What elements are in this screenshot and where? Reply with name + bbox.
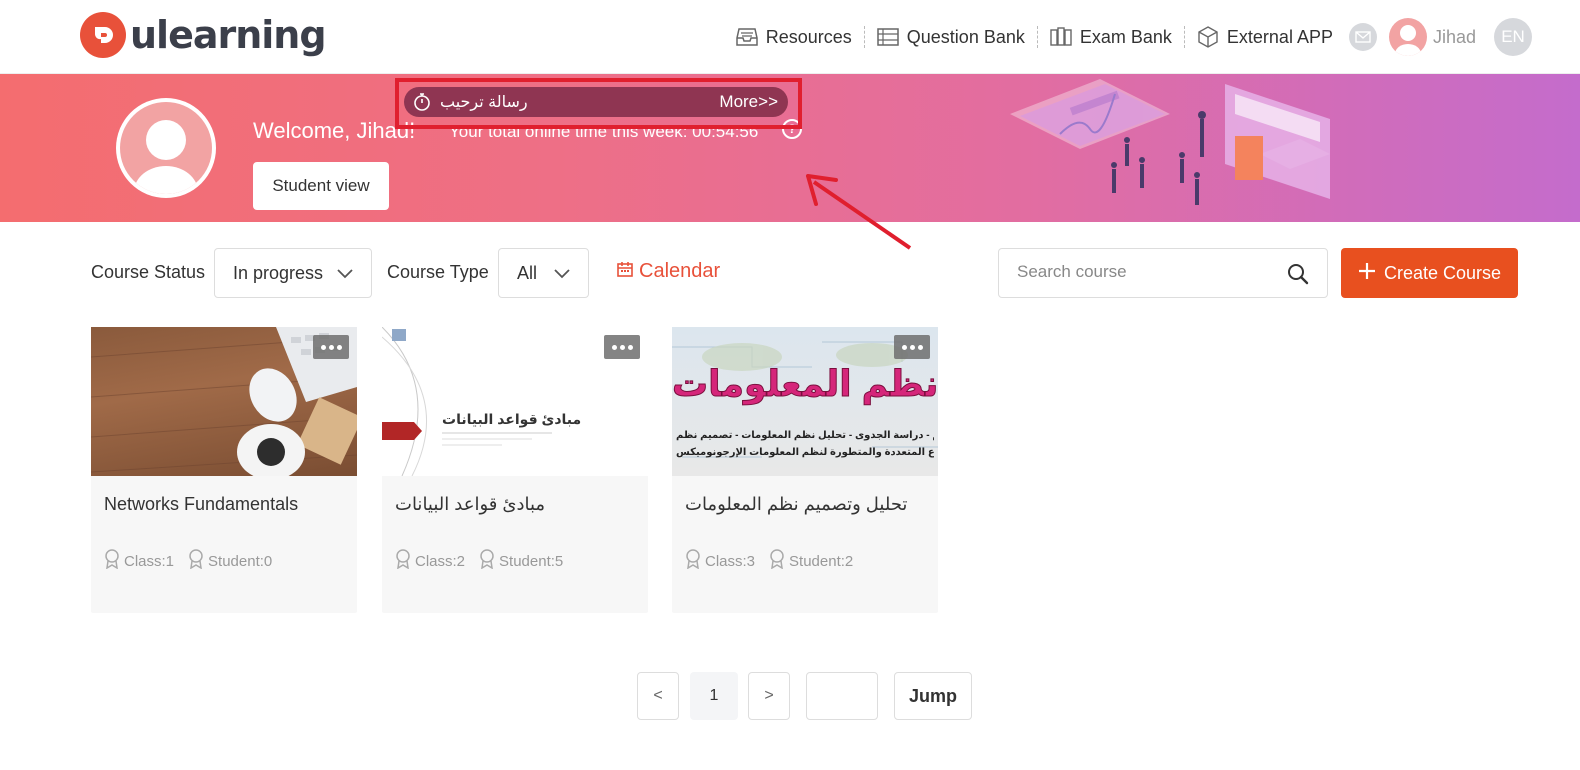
nav-resources-label: Resources	[765, 26, 852, 47]
create-course-button[interactable]: Create Course	[1341, 248, 1518, 298]
top-navigation-bar: ulearning Resources Question Bank Exam B…	[0, 0, 1580, 74]
stopwatch-icon	[412, 92, 432, 117]
course-status-value: In progress	[233, 262, 324, 283]
chevron-down-icon	[337, 263, 353, 284]
annotation-arrow	[806, 174, 912, 250]
class-count: Class:2	[395, 549, 465, 573]
avatar	[1388, 18, 1427, 56]
badge-icon	[769, 549, 785, 573]
cover-subtitle-line-1: نظرية النظم - دراسة الجدوى - تحليل نظم ا…	[676, 430, 934, 441]
badge-icon	[395, 549, 411, 573]
cover-subtitle-line-2: المعلومات - الأنواع المتعددة والمتطورة ل…	[676, 447, 934, 458]
question-bank-icon	[877, 27, 899, 47]
announcement-bar[interactable]: رسالة ترحيب More>>	[404, 87, 788, 117]
student-count-label: Student:0	[208, 552, 273, 570]
more-options-button[interactable]	[894, 335, 930, 359]
calendar-link[interactable]: Calendar	[617, 260, 720, 283]
course-status-select[interactable]: In progress	[214, 248, 372, 298]
cover-title: مبادئ قواعد البيانات	[442, 411, 582, 427]
cube-icon	[1197, 26, 1219, 48]
course-type-label: Course Type	[387, 262, 489, 282]
course-type-value: All	[517, 262, 538, 283]
class-count: Class:1	[104, 549, 174, 573]
class-count: Class:3	[685, 549, 755, 573]
cover-title: تصميم نظم المعلومات	[672, 363, 938, 405]
course-card[interactable]: تصميم نظم المعلومات نظرية النظم - دراسة …	[672, 327, 938, 613]
calendar-icon	[617, 260, 633, 283]
student-count: Student:0	[188, 549, 272, 573]
student-count: Student:2	[769, 549, 853, 573]
more-link[interactable]: More>>	[719, 92, 778, 112]
course-card[interactable]: مبادئ قواعد البيانات مبادئ قواعد البيانا…	[382, 327, 648, 613]
create-course-label: Create Course	[1383, 262, 1502, 283]
logo-text: ulearning	[130, 13, 327, 57]
exam-bank-icon	[1050, 27, 1072, 47]
banner-illustration	[1010, 79, 1330, 205]
badge-icon	[188, 549, 204, 573]
welcome-heading: Welcome, Jihad!	[253, 118, 416, 143]
announcement-text: رسالة ترحيب	[440, 94, 528, 111]
course-title: Networks Fundamentals	[104, 494, 299, 514]
student-view-button[interactable]: Student view	[253, 162, 389, 210]
user-name: Jihad	[1432, 26, 1476, 47]
nav-resources[interactable]: Resources	[724, 27, 864, 48]
badge-icon	[479, 549, 495, 573]
nav-question-bank-label: Question Bank	[906, 26, 1025, 47]
student-count-label: Student:5	[499, 552, 564, 570]
course-cover-image: مبادئ قواعد البيانات	[382, 327, 648, 476]
nav-question-bank[interactable]: Question Bank	[865, 27, 1037, 48]
more-options-button[interactable]	[313, 335, 349, 359]
class-count-label: Class:3	[705, 552, 756, 570]
ulearning-logo[interactable]: ulearning	[80, 12, 327, 58]
course-cover-image	[91, 327, 357, 476]
nav-exam-bank[interactable]: Exam Bank	[1038, 27, 1184, 48]
course-cover-image: تصميم نظم المعلومات نظرية النظم - دراسة …	[672, 327, 938, 476]
course-stats: Class:1 Student:0	[104, 549, 272, 573]
course-filters: Course Status In progress Course Type Al…	[0, 248, 1580, 298]
class-count-label: Class:1	[124, 552, 175, 570]
search-box	[998, 248, 1328, 298]
jump-button[interactable]: Jump	[894, 672, 972, 720]
course-type-select[interactable]: All	[498, 248, 589, 298]
chevron-down-icon	[554, 263, 570, 284]
badge-icon	[685, 549, 701, 573]
course-stats: Class:2 Student:5	[395, 549, 563, 573]
user-menu[interactable]: Jihad	[1388, 18, 1476, 56]
top-nav: Resources Question Bank Exam Bank Extern…	[724, 18, 1532, 56]
nav-exam-bank-label: Exam Bank	[1079, 26, 1172, 47]
course-title: مبادئ قواعد البيانات	[395, 494, 546, 514]
badge-icon	[104, 549, 120, 573]
class-count-label: Class:2	[415, 552, 466, 570]
plus-icon	[1358, 262, 1376, 285]
prev-page-button[interactable]: <	[637, 672, 679, 720]
course-stats: Class:3 Student:2	[685, 549, 853, 573]
inbox-tray-icon	[735, 27, 758, 47]
course-title: تحليل وتصميم نظم المعلومات	[685, 494, 908, 514]
calendar-label: Calendar	[639, 260, 721, 282]
mail-icon[interactable]	[1348, 23, 1377, 51]
language-switch-button[interactable]: EN	[1494, 18, 1532, 56]
student-count-label: Student:2	[789, 552, 854, 570]
logo-mark-icon	[80, 12, 126, 58]
search-icon[interactable]	[1287, 263, 1309, 290]
course-card[interactable]: Networks Fundamentals Class:1 Student:0	[91, 327, 357, 613]
more-options-button[interactable]	[604, 335, 640, 359]
page-number-1[interactable]: 1	[690, 672, 738, 720]
student-count: Student:5	[479, 549, 563, 573]
search-input[interactable]	[1017, 249, 1277, 295]
course-status-label: Course Status	[91, 262, 206, 282]
page-jump-field	[806, 672, 878, 720]
page-jump-input[interactable]	[807, 673, 877, 719]
profile-avatar[interactable]	[116, 98, 216, 198]
next-page-button[interactable]: >	[748, 672, 790, 720]
nav-external-app-label: External APP	[1226, 26, 1333, 47]
nav-external-app[interactable]: External APP	[1185, 26, 1345, 48]
